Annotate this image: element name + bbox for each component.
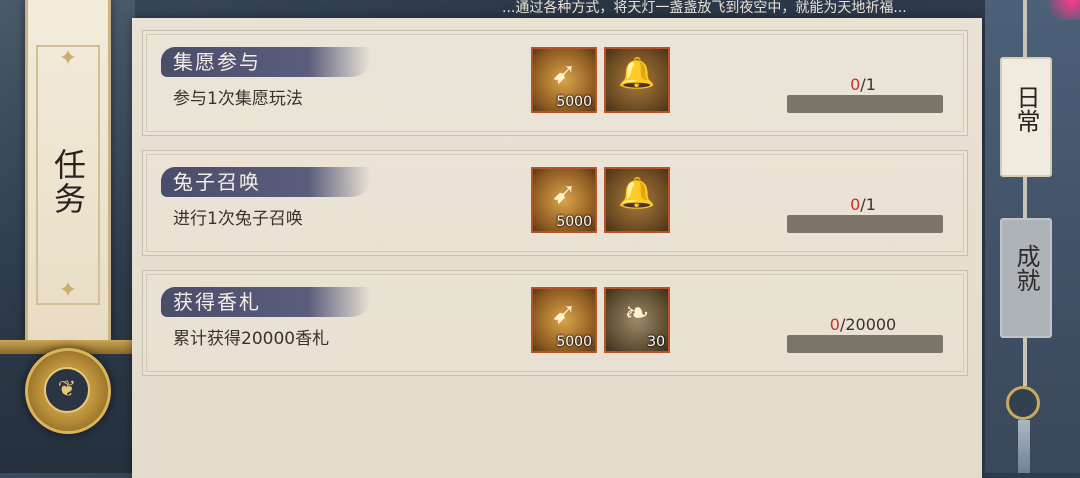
reward-slot[interactable]: ➹ 5000 xyxy=(531,287,597,353)
reward-slot[interactable]: 🔔 xyxy=(604,47,670,113)
golden-arrow-bundle-icon: ➹ xyxy=(551,176,577,211)
quest-title: 兔子召唤 xyxy=(173,170,261,194)
tab-daily-label: 日常 xyxy=(1012,85,1040,133)
quest-panel: ...通过各种方式，将天灯一盏盏放飞到夜空中，就能为天地祈福... 集愿参与 参… xyxy=(132,0,982,478)
golden-arrow-bundle-icon: ➹ xyxy=(551,296,577,331)
progress-text: 0/1 xyxy=(773,75,953,94)
quest-description: 参与1次集愿玩法 xyxy=(173,89,303,109)
tassel-ornament xyxy=(1018,420,1030,473)
progress-target: /1 xyxy=(860,195,876,214)
progress-current: 0 xyxy=(829,315,840,334)
tab-achievement-label: 成就 xyxy=(1012,244,1040,292)
progress-bar xyxy=(787,215,943,233)
quest-row: 集愿参与 参与1次集愿玩法 ➹ 5000 🔔 0/1 xyxy=(142,30,968,136)
reward-slot[interactable]: 🔔 xyxy=(604,167,670,233)
quest-description: 累计获得20000香札 xyxy=(173,329,330,349)
progress-target: /20000 xyxy=(839,315,897,334)
progress-text: 0/20000 xyxy=(773,315,953,334)
reward-count: 30 xyxy=(647,334,665,350)
reward-count: 5000 xyxy=(556,334,592,350)
progress-bar xyxy=(787,95,943,113)
tab-rope xyxy=(1023,177,1027,218)
corner-glow xyxy=(1040,0,1080,20)
quest-description: 进行1次兔子召唤 xyxy=(173,209,303,229)
banner-title: 任务 xyxy=(49,148,87,216)
task-banner: ✦ 任务 ✦ xyxy=(25,0,111,345)
ornament-icon: ✦ xyxy=(58,278,78,303)
medallion-emblem: ❦ xyxy=(25,348,111,434)
leaf-crest-icon: ❦ xyxy=(44,367,90,413)
jade-ring-icon xyxy=(1006,386,1040,420)
progress-current: 0 xyxy=(850,75,861,94)
golden-bell-icon: 🔔 xyxy=(618,56,656,91)
progress-bar xyxy=(787,335,943,353)
golden-bell-icon: 🔔 xyxy=(618,176,656,211)
tab-rope xyxy=(1023,338,1027,386)
progress-text: 0/1 xyxy=(773,195,953,214)
reward-slot[interactable]: ➹ 5000 xyxy=(531,47,597,113)
quest-title: 获得香札 xyxy=(173,290,261,314)
quest-row: 获得香札 累计获得20000香札 ➹ 5000 ❧ 30 0/20000 xyxy=(142,270,968,376)
quest-row: 兔子召唤 进行1次兔子召唤 ➹ 5000 🔔 0/1 xyxy=(142,150,968,256)
golden-arrow-bundle-icon: ➹ xyxy=(551,56,577,91)
reward-count: 5000 xyxy=(556,94,592,110)
progress-target: /1 xyxy=(860,75,876,94)
white-feather-icon: ❧ xyxy=(624,296,650,331)
reward-count: 5000 xyxy=(556,214,592,230)
reward-slot[interactable]: ❧ 30 xyxy=(604,287,670,353)
tab-achievement[interactable]: 成就 xyxy=(1000,218,1052,338)
header-scroll-text: ...通过各种方式，将天灯一盏盏放飞到夜空中，就能为天地祈福... xyxy=(502,0,907,16)
tab-daily[interactable]: 日常 xyxy=(1000,57,1052,177)
progress-current: 0 xyxy=(850,195,861,214)
reward-slot[interactable]: ➹ 5000 xyxy=(531,167,597,233)
quest-title: 集愿参与 xyxy=(173,50,261,74)
tab-rope xyxy=(1023,0,1027,57)
